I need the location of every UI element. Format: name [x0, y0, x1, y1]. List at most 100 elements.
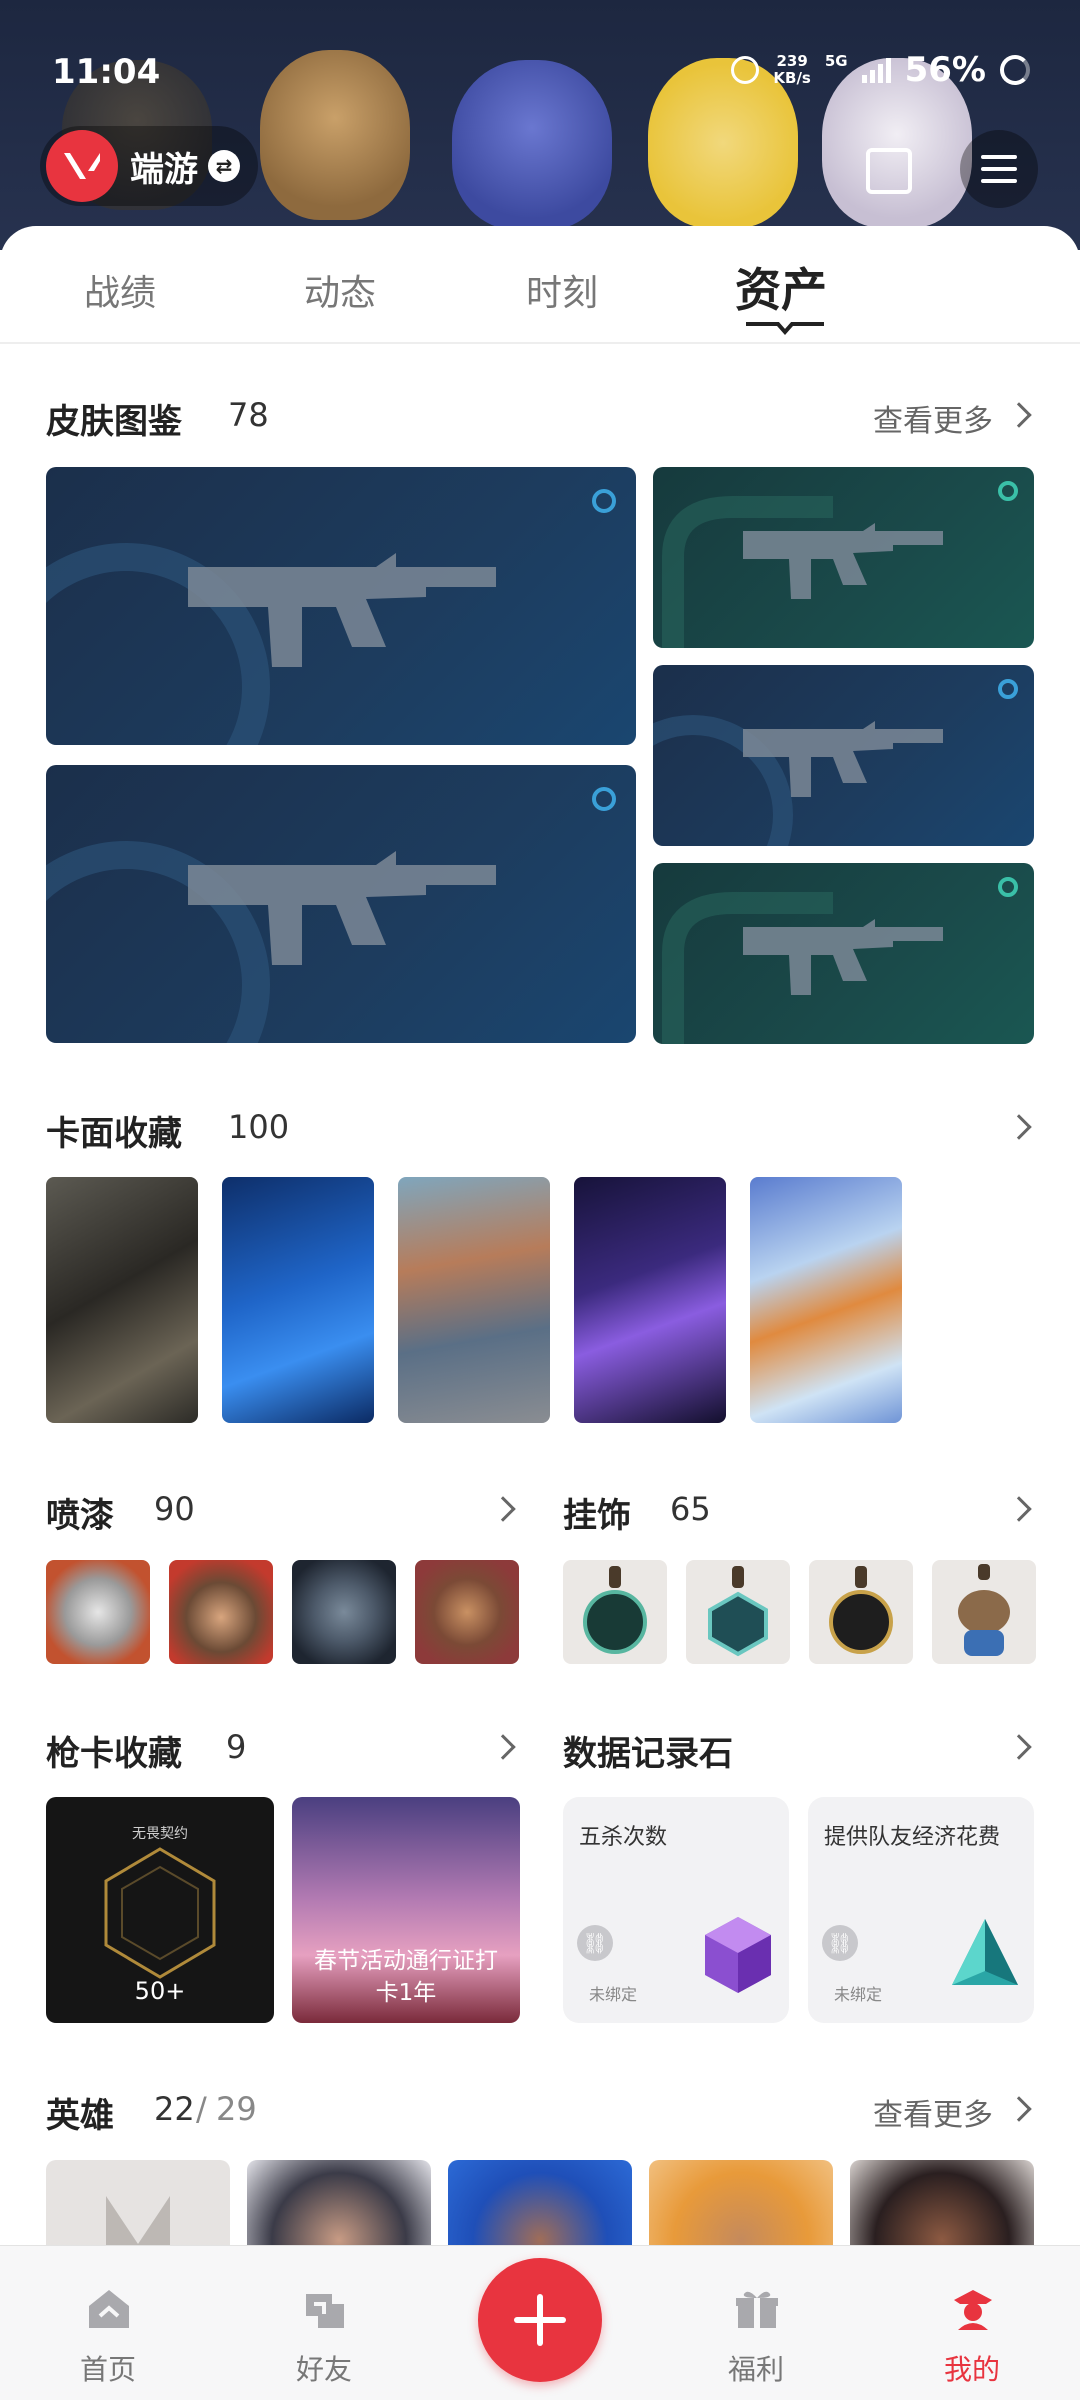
status-time: 11:04	[52, 52, 161, 92]
menu-button[interactable]	[960, 130, 1038, 208]
data-stone-status: 未绑定	[834, 1985, 883, 2004]
tab-moments[interactable]: 时刻	[526, 264, 598, 316]
data-stone-title: 五杀次数	[579, 1825, 668, 1850]
chevron-right-icon[interactable]	[1006, 1496, 1032, 1522]
tab-assets[interactable]: 资产	[735, 254, 827, 320]
chevron-right-icon[interactable]	[1006, 1114, 1032, 1140]
game-switcher[interactable]: 端游 ⇄	[40, 126, 258, 206]
charm-item[interactable]	[932, 1560, 1036, 1664]
player-card[interactable]	[398, 1177, 550, 1423]
data-stones-title: 数据记录石	[563, 1734, 733, 1774]
data-stone-card[interactable]: 五杀次数 ⛓ 未绑定	[563, 1797, 789, 2023]
status-icons: 239 KB/s 5G 56%	[731, 50, 1030, 90]
data-stone-card[interactable]: 提供队友经济花费 ⛓ 未绑定	[808, 1797, 1034, 2023]
heroes-title: 英雄	[46, 2096, 114, 2136]
skin-card[interactable]	[46, 467, 636, 745]
nav-home[interactable]: 首页	[38, 2246, 178, 2400]
skins-title: 皮肤图鉴	[46, 402, 182, 442]
weapon-icon	[662, 877, 1018, 1044]
gun-card-title: 春节活动通行证打	[314, 1948, 498, 1974]
gift-icon	[736, 2291, 778, 2328]
chevron-right-icon[interactable]	[1006, 1734, 1032, 1760]
heroes-more-link[interactable]: 查看更多	[873, 2090, 993, 2134]
swap-icon: ⇄	[208, 150, 240, 182]
valorant-logo-icon	[46, 130, 118, 202]
gun-card-item[interactable]: 春节活动通行证打 卡1年	[292, 1797, 520, 2023]
gun-card-brand: 无畏契约	[132, 1826, 188, 1842]
spray-item[interactable]	[292, 1560, 396, 1664]
data-stone-title: 提供队友经济花费	[824, 1825, 1001, 1850]
app-root: { "status_bar": {"time": "11:04", "speed…	[0, 0, 1080, 2400]
create-post-button[interactable]	[478, 2258, 602, 2382]
weapon-icon	[653, 679, 1018, 846]
skin-card[interactable]	[653, 863, 1034, 1044]
nav-profile-label: 我的	[943, 2353, 1000, 2386]
gun-cards-title: 枪卡收藏	[46, 1734, 182, 1774]
spray-item[interactable]	[169, 1560, 273, 1664]
cube-icon	[705, 1917, 771, 1993]
status-bar: 11:04 239 KB/s 5G 56%	[0, 0, 1080, 100]
link-icon: ⛓	[577, 1925, 613, 1961]
gun-cards-count: 9	[226, 1728, 247, 1766]
weapon-icon	[46, 787, 616, 1043]
data-stone-status: 未绑定	[589, 1985, 638, 2004]
gun-card-item[interactable]: 无畏契约 50+	[46, 1797, 274, 2023]
weapon-icon	[46, 489, 616, 745]
chevron-right-icon[interactable]	[490, 1496, 516, 1522]
skins-more-link[interactable]: 查看更多	[873, 396, 993, 440]
skin-card[interactable]	[653, 467, 1034, 648]
spray-item[interactable]	[415, 1560, 519, 1664]
player-card[interactable]	[222, 1177, 374, 1423]
chevron-right-icon[interactable]	[1006, 2096, 1032, 2122]
heroes-total: 29	[216, 2090, 257, 2128]
battery-level: 56%	[904, 50, 986, 90]
chevron-right-icon[interactable]	[1006, 402, 1032, 428]
chevron-right-icon[interactable]	[490, 1734, 516, 1760]
gun-card-subtitle: 卡1年	[375, 1980, 437, 2006]
player-card[interactable]	[46, 1177, 198, 1423]
player-card[interactable]	[574, 1177, 726, 1423]
nav-welfare-label: 福利	[727, 2353, 784, 2386]
link-icon: ⛓	[822, 1925, 858, 1961]
brand-name: 端游	[130, 149, 198, 190]
skins-count: 78	[228, 396, 269, 434]
charm-item[interactable]	[809, 1560, 913, 1664]
nav-profile[interactable]: 我的	[902, 2246, 1042, 2400]
charm-item[interactable]	[686, 1560, 790, 1664]
charm-item[interactable]	[563, 1560, 667, 1664]
profile-header: 11:04 239 KB/s 5G 56% 端游 ⇄	[0, 0, 1080, 250]
skin-card[interactable]	[653, 665, 1034, 846]
tab-feed[interactable]: 动态	[304, 264, 376, 316]
signal-icon	[861, 57, 891, 83]
speed-value: 239	[776, 52, 808, 70]
player-card[interactable]	[750, 1177, 902, 1423]
heroes-separator: /	[196, 2090, 207, 2128]
active-tab-indicator	[746, 322, 824, 336]
skin-card[interactable]	[46, 765, 636, 1043]
sprays-title: 喷漆	[46, 1496, 114, 1536]
heroes-owned: 22	[154, 2090, 195, 2128]
profile-icon	[954, 2290, 992, 2330]
cards-count: 100	[228, 1108, 290, 1146]
alarm-icon	[731, 56, 760, 84]
weapon-icon	[662, 481, 1018, 648]
nav-welfare[interactable]: 福利	[686, 2246, 826, 2400]
speed-unit: KB/s	[773, 69, 811, 87]
network-speed: 239 KB/s	[773, 53, 810, 87]
gun-card-count: 50+	[134, 1977, 186, 2005]
cards-title: 卡面收藏	[46, 1114, 182, 1154]
nav-friends[interactable]: 好友	[254, 2246, 394, 2400]
home-icon	[89, 2290, 129, 2328]
tab-stats[interactable]: 战绩	[84, 264, 156, 316]
pyramid-icon	[952, 1919, 1018, 1985]
nav-friends-label: 好友	[295, 2353, 352, 2386]
tab-bar: 战绩 动态 时刻 资产	[0, 226, 1080, 344]
charms-title: 挂饰	[563, 1496, 631, 1536]
spray-item[interactable]	[46, 1560, 150, 1664]
nav-home-label: 首页	[79, 2353, 136, 2386]
battery-icon	[1000, 55, 1030, 85]
network-type: 5G	[824, 52, 848, 70]
share-icon[interactable]	[866, 148, 912, 194]
sprays-count: 90	[154, 1490, 195, 1528]
charms-count: 65	[670, 1490, 711, 1528]
